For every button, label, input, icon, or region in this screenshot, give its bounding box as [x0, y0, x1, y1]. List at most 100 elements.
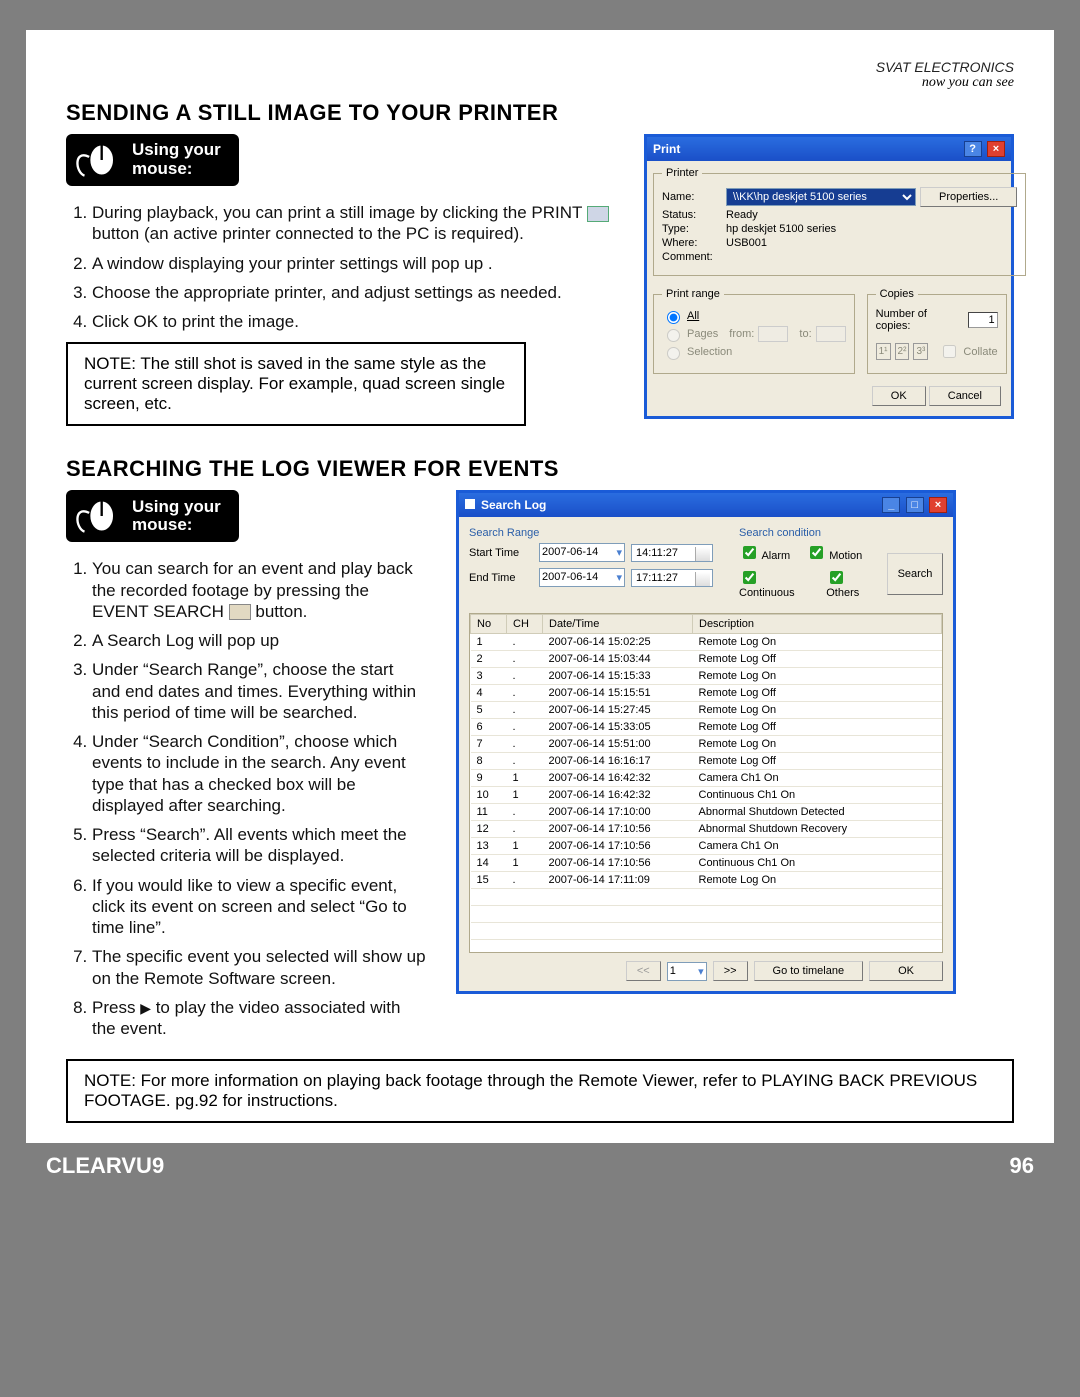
print-title: Print: [653, 142, 680, 156]
motion-check[interactable]: Motion: [806, 543, 862, 562]
close-icon[interactable]: ×: [929, 497, 947, 513]
note-box: NOTE: For more information on playing ba…: [66, 1059, 1014, 1123]
others-check[interactable]: Others: [826, 568, 877, 599]
properties-button[interactable]: Properties...: [920, 187, 1017, 207]
maximize-icon[interactable]: □: [906, 497, 924, 513]
note-text: NOTE: For more information on playing ba…: [84, 1071, 977, 1110]
table-row[interactable]: 8.2007-06-14 16:16:17Remote Log Off: [471, 753, 942, 770]
step: You can search for an event and play bac…: [92, 558, 426, 622]
collate2-icon: 2²: [895, 343, 910, 360]
table-row: [471, 906, 942, 923]
range-legend: Print range: [662, 288, 724, 300]
radio-selection: [667, 347, 680, 360]
col-no[interactable]: No: [471, 615, 507, 634]
mouse-label: Using yourmouse:: [132, 141, 221, 178]
cond-head: Search condition: [739, 527, 943, 539]
from-label: from:: [729, 328, 754, 340]
start-date[interactable]: 2007-06-14▾: [539, 543, 625, 562]
table-row[interactable]: 1412007-06-14 17:10:56Continuous Ch1 On: [471, 855, 942, 872]
brand: SVAT ELECTRONICS now you can see: [66, 60, 1014, 90]
step: Press to play the video associated with …: [92, 997, 426, 1040]
start-time[interactable]: 14:11:27: [631, 544, 713, 562]
mouse-hint: Using yourmouse:: [66, 134, 239, 186]
step: A window displaying your printer setting…: [92, 253, 614, 274]
collate-label: Collate: [963, 346, 997, 358]
close-icon[interactable]: ×: [987, 141, 1005, 157]
col-desc[interactable]: Description: [693, 615, 942, 634]
minimize-icon[interactable]: _: [882, 497, 900, 513]
end-date[interactable]: 2007-06-14▾: [539, 568, 625, 587]
from-input: [758, 326, 788, 342]
table-row[interactable]: 15.2007-06-14 17:11:09Remote Log On: [471, 872, 942, 889]
table-row[interactable]: 4.2007-06-14 15:15:51Remote Log Off: [471, 685, 942, 702]
step: Press “Search”. All events which meet th…: [92, 824, 426, 867]
table-row[interactable]: 11.2007-06-14 17:10:00Abnormal Shutdown …: [471, 804, 942, 821]
brand-tagline: now you can see: [922, 75, 1014, 90]
play-icon: [140, 998, 151, 1017]
end-time[interactable]: 17:11:27: [631, 569, 713, 587]
collate-check: [943, 345, 956, 358]
log-table: No CH Date/Time Description 1.2007-06-14…: [470, 614, 942, 953]
end-label: End Time: [469, 572, 533, 584]
search-button[interactable]: Search: [887, 553, 943, 595]
step: If you would like to view a specific eve…: [92, 875, 426, 939]
page-select[interactable]: 1 ▾: [667, 962, 707, 981]
table-row[interactable]: 3.2007-06-14 15:15:33Remote Log On: [471, 668, 942, 685]
next-page[interactable]: >>: [713, 961, 748, 981]
table-row[interactable]: 912007-06-14 16:42:32Camera Ch1 On: [471, 770, 942, 787]
lbl: Where:: [662, 237, 722, 249]
printer-select[interactable]: \\KK\hp deskjet 5100 series: [726, 188, 916, 206]
print-titlebar: Print ? ×: [647, 137, 1011, 161]
radio-all[interactable]: [667, 311, 680, 324]
range-head: Search Range: [469, 527, 729, 539]
step: Under “Search Range”, choose the start a…: [92, 659, 426, 723]
lbl: Comment:: [662, 251, 722, 263]
step: Under “Search Condition”, choose which e…: [92, 731, 426, 816]
table-row[interactable]: 5.2007-06-14 15:27:45Remote Log On: [471, 702, 942, 719]
section2-title: SEARCHING THE LOG VIEWER FOR EVENTS: [66, 456, 1014, 482]
copies-legend: Copies: [876, 288, 918, 300]
table-row[interactable]: 12.2007-06-14 17:10:56Abnormal Shutdown …: [471, 821, 942, 838]
step: The specific event you selected will sho…: [92, 946, 426, 989]
footer: CLEARVU9 96: [26, 1143, 1054, 1189]
cancel-button[interactable]: Cancel: [929, 386, 1001, 406]
col-dt[interactable]: Date/Time: [543, 615, 693, 634]
copies-group: Copies Number of copies: 1¹ 2² 3³ Collat…: [867, 288, 1007, 374]
copies-input[interactable]: [968, 312, 998, 328]
note-box: NOTE: The still shot is saved in the sam…: [66, 342, 526, 426]
selection-label: Selection: [687, 346, 732, 358]
continuous-check[interactable]: Continuous: [739, 568, 810, 599]
table-row[interactable]: 2.2007-06-14 15:03:44Remote Log Off: [471, 651, 942, 668]
table-row[interactable]: 1.2007-06-14 15:02:25Remote Log On: [471, 634, 942, 651]
val: Ready: [726, 209, 758, 221]
table-row[interactable]: 7.2007-06-14 15:51:00Remote Log On: [471, 736, 942, 753]
mouse-hint: Using yourmouse:: [66, 490, 239, 542]
table-row: [471, 940, 942, 954]
table-row[interactable]: 6.2007-06-14 15:33:05Remote Log Off: [471, 719, 942, 736]
val: USB001: [726, 237, 767, 249]
print-icon: [587, 206, 609, 222]
step: Click OK to print the image.: [92, 311, 614, 332]
step: During playback, you can print a still i…: [92, 202, 614, 245]
help-icon[interactable]: ?: [964, 141, 982, 157]
ok-button[interactable]: OK: [869, 961, 943, 981]
name-label: Name:: [662, 191, 722, 203]
lbl: Status:: [662, 209, 722, 221]
table-row: [471, 923, 942, 940]
printer-legend: Printer: [662, 167, 702, 179]
prev-page[interactable]: <<: [626, 961, 661, 981]
event-search-icon: [229, 604, 251, 620]
goto-button[interactable]: Go to timelane: [754, 961, 864, 981]
collate1-icon: 1¹: [876, 343, 891, 360]
printer-group: Printer Name: \\KK\hp deskjet 5100 serie…: [653, 167, 1026, 276]
table-row[interactable]: 1012007-06-14 16:42:32Continuous Ch1 On: [471, 787, 942, 804]
step: Choose the appropriate printer, and adju…: [92, 282, 614, 303]
table-row[interactable]: 1312007-06-14 17:10:56Camera Ch1 On: [471, 838, 942, 855]
col-ch[interactable]: CH: [507, 615, 543, 634]
ok-button[interactable]: OK: [872, 386, 926, 406]
to-label: to:: [799, 328, 811, 340]
mouse-icon: [72, 140, 122, 180]
app-icon: [465, 499, 475, 509]
alarm-check[interactable]: Alarm: [739, 543, 790, 562]
collate3-icon: 3³: [913, 343, 928, 360]
